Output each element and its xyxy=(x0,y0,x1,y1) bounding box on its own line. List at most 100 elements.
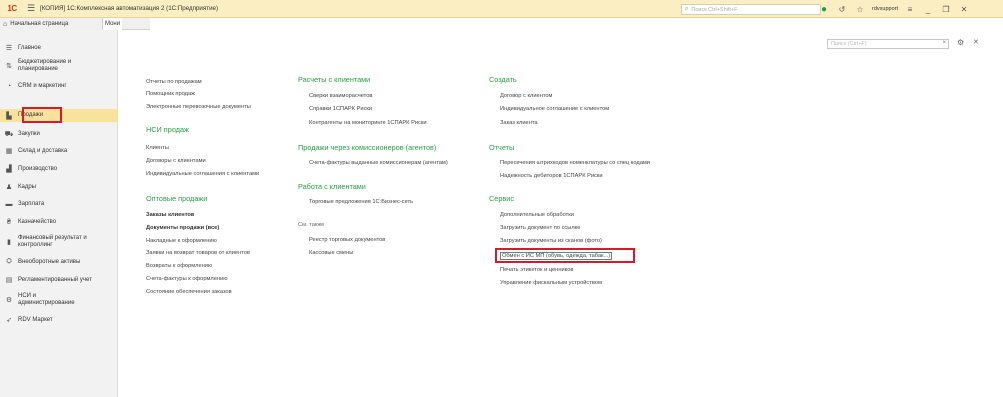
menu-lines-icon: ☰ xyxy=(5,45,13,52)
section-title-nsi: НСИ продаж xyxy=(146,125,189,134)
tab-home-label: Начальная страница xyxy=(10,21,69,27)
search-icon: ⌕ xyxy=(685,6,689,12)
sidebar-item-purchases[interactable]: ⛟ Закупки xyxy=(0,128,118,140)
global-search-placeholder: Поиск Ctrl+Shift+F xyxy=(691,6,738,13)
link-business-network-offers[interactable]: Торговые предложения 1С:Бизнес-сеть xyxy=(309,199,413,205)
highlight-sales xyxy=(22,107,62,123)
link-additional-processing[interactable]: Дополнительные обработки xyxy=(500,212,574,218)
sidebar-item-label: RDV Маркет xyxy=(18,316,53,323)
link-cash-shifts[interactable]: Кассовые смены xyxy=(309,250,353,256)
section-title-wholesale: Оптовые продажи xyxy=(146,194,208,203)
sidebar-item-label: Казначейство xyxy=(18,218,57,225)
sidebar-item-label: Склад и доставка xyxy=(18,147,68,154)
sidebar-item-production[interactable]: ▟ Производство xyxy=(0,163,118,175)
section-title-reports: Отчеты xyxy=(489,143,515,152)
link-debtor-reliability[interactable]: Надежность дебиторов 1СПАРК Риски xyxy=(500,173,603,179)
function-search-input[interactable]: Поиск (Ctrl+F) × xyxy=(827,39,949,49)
sidebar-item-label: Производство xyxy=(18,165,58,172)
link-sales-docs-all[interactable]: Документы продажи (все) xyxy=(146,225,219,231)
sidebar-item-label: Закупки xyxy=(18,130,40,137)
factory-icon: ▟ xyxy=(6,166,12,173)
sidebar-item-finresult[interactable]: ▮ Финансовый результат и контроллинг xyxy=(0,233,118,251)
link-returns-to-issue[interactable]: Возвраты к оформлению xyxy=(146,263,212,269)
link-spark-monitoring[interactable]: Контрагенты на мониторинге 1СПАРК Риски xyxy=(309,120,427,126)
link-spark-reports[interactable]: Справки 1СПАРК Риски xyxy=(309,106,372,112)
person-icon: ♟ xyxy=(5,184,13,191)
section-title-client-settlements: Расчеты с клиентами xyxy=(298,75,371,84)
main-menu-icon[interactable]: ☰ xyxy=(24,0,38,18)
sidebar-item-label: Финансовый результат и контроллинг xyxy=(18,235,87,248)
history-icon[interactable]: ↺ xyxy=(836,0,848,18)
link-create-agreement[interactable]: Индивидуальное соглашение с клиентом xyxy=(500,106,609,112)
link-vat-invoices-to-issue[interactable]: Счета-фактуры к оформлению xyxy=(146,276,227,282)
app-title: [КОПИЯ] 1С:Комплексная автоматизация 2 (… xyxy=(40,5,219,12)
sidebar-item-label: Зарплата xyxy=(18,200,45,207)
see-also-label: См. также xyxy=(298,222,325,228)
link-sales-assistant[interactable]: Помощник продаж xyxy=(146,91,195,97)
clear-search-icon[interactable]: × xyxy=(942,40,946,46)
gear-icon: ⚙ xyxy=(5,297,13,304)
sidebar-item-treasury[interactable]: ₴ Казначейство xyxy=(0,216,118,228)
chart-bars-icon: ▮ xyxy=(7,239,11,246)
link-barcode-intersections[interactable]: Пересечения штрихкодов номенклатуры со с… xyxy=(500,160,650,166)
link-invoices-to-issue[interactable]: Накладные к оформлению xyxy=(146,238,217,244)
maximize-icon[interactable]: ❐ xyxy=(940,0,952,18)
sidebar-item-label: Главное xyxy=(18,44,41,51)
tab-monitor[interactable]: Мони xyxy=(102,18,122,30)
link-transport-docs[interactable]: Электронные перевозочные документы xyxy=(146,104,251,110)
sidebar-item-budget[interactable]: ⇅ Бюджетирование и планирование xyxy=(0,57,118,75)
link-individual-agreements[interactable]: Индивидуальные соглашения с клиентами xyxy=(146,171,259,177)
link-clients[interactable]: Клиенты xyxy=(146,145,169,151)
section-title-client-work: Работа с клиентами xyxy=(298,182,366,191)
function-search-placeholder: Поиск (Ctrl+F) xyxy=(831,41,867,47)
sidebar-item-label: Кадры xyxy=(18,183,36,190)
sidebar-item-assets[interactable]: ⛭ Внеоборотные активы xyxy=(0,256,118,268)
title-bar: 1С ☰ [КОПИЯ] 1С:Комплексная автоматизаци… xyxy=(0,0,1003,18)
ledger-icon: ▤ xyxy=(5,277,13,284)
link-load-doc-by-link[interactable]: Загрузить документ по ссылке xyxy=(500,225,580,231)
sidebar-item-label: Регламентированный учет xyxy=(18,276,92,283)
sidebar-item-salary[interactable]: ▬ Зарплата xyxy=(0,198,118,210)
sidebar-item-main[interactable]: ☰ Главное xyxy=(0,42,118,54)
link-create-contract[interactable]: Договор с клиентом xyxy=(500,93,552,99)
sidebar-item-crm[interactable]: ◔ CRM и маркетинг xyxy=(0,80,118,92)
shopping-bag-icon: ▙ xyxy=(6,112,12,120)
sidebar-item-rdv[interactable]: ➶ RDV Маркет xyxy=(0,314,118,326)
link-client-orders[interactable]: Заказы клиентов xyxy=(146,212,194,218)
favorites-star-icon[interactable]: ☆ xyxy=(854,0,866,18)
crm-icon: ◔ xyxy=(6,82,12,90)
assets-icon: ⛭ xyxy=(6,258,12,265)
link-create-order[interactable]: Заказ клиента xyxy=(500,120,538,126)
settings-menu-icon[interactable]: ≡ xyxy=(904,0,916,18)
link-sales-reports[interactable]: Отчеты по продажам xyxy=(146,79,202,85)
link-fiscal-device[interactable]: Управление фискальным устройством xyxy=(500,280,602,286)
sidebar-item-warehouse[interactable]: ▦ Склад и доставка xyxy=(0,145,118,157)
tab-home[interactable]: ⌂ Начальная страница xyxy=(0,18,102,30)
link-reconciliation[interactable]: Сверки взаиморасчетов xyxy=(309,93,372,99)
minimize-icon[interactable]: _ xyxy=(922,0,934,18)
link-print-labels[interactable]: Печать этикеток и ценников xyxy=(500,267,573,273)
rocket-icon: ➶ xyxy=(6,317,12,324)
link-order-provision-status[interactable]: Состояние обеспечения заказов xyxy=(146,289,232,295)
sidebar-item-regulated[interactable]: ▤ Регламентированный учет xyxy=(0,274,118,286)
salary-icon: ▬ xyxy=(5,200,13,208)
link-client-contracts[interactable]: Договоры с клиентами xyxy=(146,158,206,164)
global-search-input[interactable]: ⌕ Поиск Ctrl+Shift+F xyxy=(681,4,821,15)
link-agent-vat-invoices[interactable]: Счета-фактуры выданные комиссионерам (аг… xyxy=(309,160,448,166)
open-tabs-bar: ⌂ Начальная страница Мони xyxy=(0,18,150,30)
close-window-icon[interactable]: ✕ xyxy=(958,0,970,18)
sidebar-item-hr[interactable]: ♟ Кадры xyxy=(0,181,118,193)
section-title-create: Создать xyxy=(489,75,517,84)
link-return-requests[interactable]: Заявки на возврат товаров от клиентов xyxy=(146,250,250,256)
warehouse-icon: ▦ xyxy=(5,148,13,155)
notifications-icon[interactable]: ● xyxy=(818,0,830,18)
sidebar-item-admin[interactable]: ⚙ НСИ и администрирование xyxy=(0,291,118,309)
settings-gear-icon[interactable]: ⚙ xyxy=(957,38,964,47)
user-name[interactable]: rdvsupport xyxy=(872,6,898,12)
sidebar-item-label: Бюджетирование и планирование xyxy=(18,59,72,72)
link-trade-docs-registry[interactable]: Реестр торговых документов xyxy=(309,237,385,243)
close-section-icon[interactable]: ✕ xyxy=(973,38,979,46)
sidebar-item-label: Внеоборотные активы xyxy=(18,258,81,265)
sidebar-item-label: НСИ и администрирование xyxy=(18,293,75,306)
link-load-docs-from-scans[interactable]: Загрузить документы из сканов (фото) xyxy=(500,238,602,244)
